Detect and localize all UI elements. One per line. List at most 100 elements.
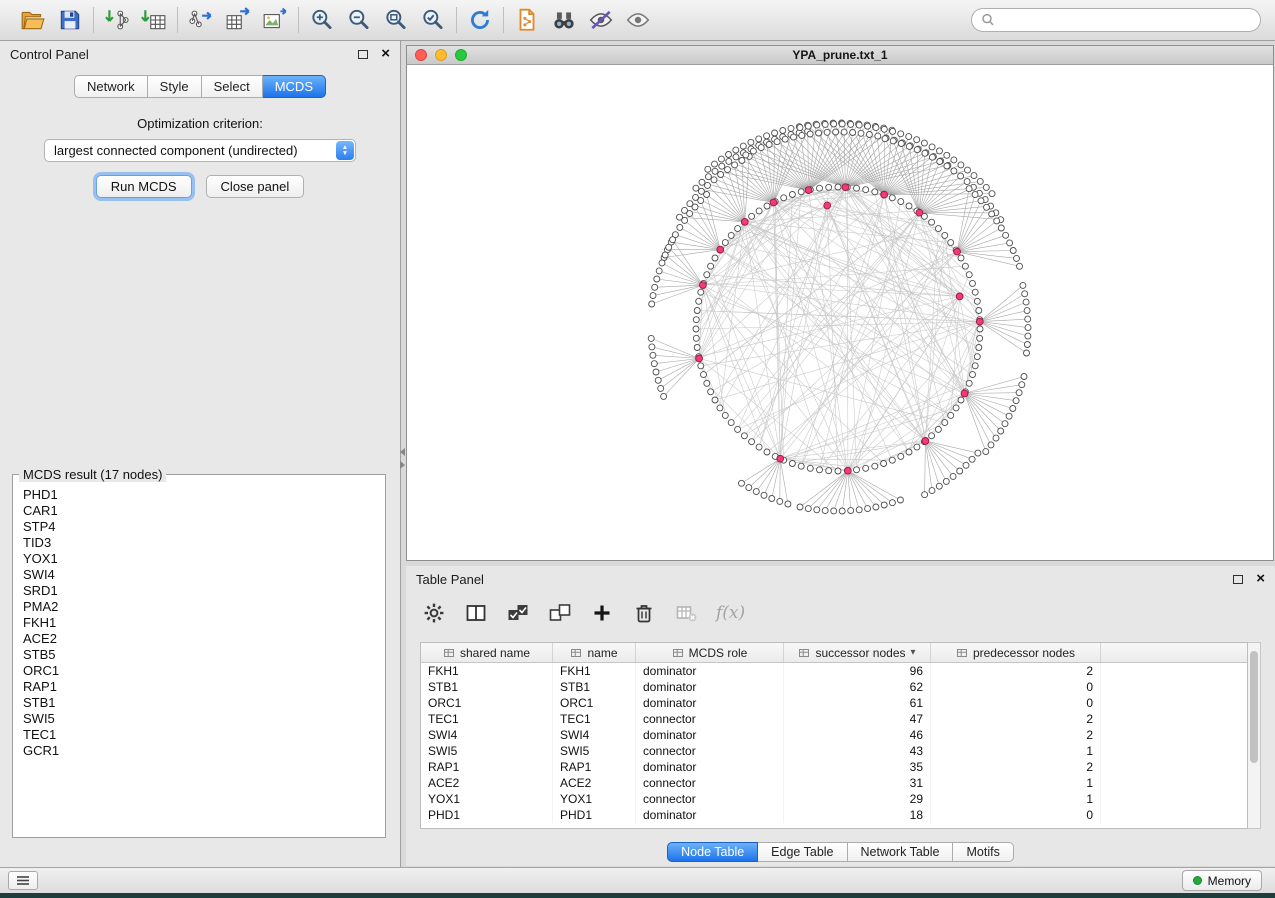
table-row[interactable]: YOX1YOX1connector291 [421, 791, 1247, 807]
zoom-in-icon[interactable] [308, 6, 336, 34]
close-panel-icon[interactable]: × [381, 49, 390, 59]
mcds-result-list[interactable]: PHD1CAR1STP4TID3YOX1SWI4SRD1PMA2FKH1ACE2… [13, 482, 385, 764]
table-row[interactable]: RAP1RAP1dominator352 [421, 759, 1247, 775]
export-image-icon[interactable] [261, 6, 289, 34]
table-row[interactable]: FKH1FKH1dominator962 [421, 663, 1247, 679]
minimize-window-icon[interactable] [435, 49, 447, 61]
tab-select[interactable]: Select [202, 75, 263, 98]
search-input[interactable] [1000, 13, 1251, 27]
delete-table-icon[interactable] [674, 601, 698, 625]
collapse-left-icon[interactable] [400, 448, 405, 456]
float-panel-icon[interactable] [358, 50, 368, 59]
column-header-name[interactable]: name [553, 643, 636, 662]
save-session-icon[interactable] [56, 6, 84, 34]
table-tab-motifs[interactable]: Motifs [953, 842, 1013, 862]
mcds-result-node[interactable]: ACE2 [23, 631, 375, 647]
memory-button[interactable]: Memory [1182, 870, 1262, 891]
collapse-right-icon[interactable] [400, 461, 405, 469]
mcds-result-node[interactable]: PMA2 [23, 599, 375, 615]
memory-status-icon [1193, 876, 1202, 885]
search-box[interactable] [971, 8, 1261, 32]
columns-icon[interactable] [464, 601, 488, 625]
memory-label: Memory [1208, 874, 1251, 888]
column-header-filler [1101, 643, 1247, 662]
mcds-result-title: MCDS result (17 nodes) [19, 467, 166, 482]
table-row[interactable]: TEC1TEC1connector472 [421, 711, 1247, 727]
mcds-result-box: MCDS result (17 nodes) PHD1CAR1STP4TID3Y… [12, 467, 386, 838]
float-table-panel-icon[interactable] [1233, 575, 1243, 584]
share-document-icon[interactable] [513, 6, 541, 34]
gear-icon[interactable] [422, 601, 446, 625]
criterion-dropdown[interactable]: largest connected component (undirected)… [44, 139, 356, 162]
control-panel-header: Control Panel × [0, 41, 400, 67]
task-history-button[interactable] [8, 871, 38, 890]
select-all-icon[interactable] [506, 601, 530, 625]
close-panel-button[interactable]: Close panel [206, 175, 305, 198]
network-window-title: YPA_prune.txt_1 [792, 48, 887, 62]
zoom-selected-icon[interactable] [419, 6, 447, 34]
export-table-icon[interactable] [224, 6, 252, 34]
control-panel-title: Control Panel [10, 47, 89, 62]
hide-selected-icon[interactable] [587, 6, 615, 34]
refresh-layout-icon[interactable] [466, 6, 494, 34]
zoom-window-icon[interactable] [455, 49, 467, 61]
column-header-shared-name[interactable]: shared name [421, 643, 553, 662]
mcds-result-node[interactable]: SWI4 [23, 567, 375, 583]
table-row[interactable]: ORC1ORC1dominator610 [421, 695, 1247, 711]
tab-mcds[interactable]: MCDS [263, 75, 326, 98]
dropdown-stepper-icon: ▲▼ [336, 141, 354, 160]
mcds-result-node[interactable]: SRD1 [23, 583, 375, 599]
tab-style[interactable]: Style [148, 75, 202, 98]
table-row[interactable]: STB1STB1dominator620 [421, 679, 1247, 695]
mcds-result-node[interactable]: GCR1 [23, 743, 375, 759]
show-all-icon[interactable] [624, 6, 652, 34]
table-row[interactable]: ACE2ACE2connector311 [421, 775, 1247, 791]
mcds-result-node[interactable]: STB1 [23, 695, 375, 711]
table-panel-tabs: Node TableEdge TableNetwork TableMotifs [406, 842, 1275, 862]
mcds-result-node[interactable]: ORC1 [23, 663, 375, 679]
mcds-result-node[interactable]: TEC1 [23, 727, 375, 743]
delete-row-icon[interactable] [632, 601, 656, 625]
mcds-result-node[interactable]: YOX1 [23, 551, 375, 567]
column-header-predecessor-nodes[interactable]: predecessor nodes [931, 643, 1101, 662]
function-builder-icon[interactable]: f(x) [716, 601, 745, 625]
zoom-fit-icon[interactable] [382, 6, 410, 34]
export-network-icon[interactable] [187, 6, 215, 34]
criterion-value: largest connected component (undirected) [54, 143, 298, 158]
column-header-mcds-role[interactable]: MCDS role [636, 643, 784, 662]
node-table: shared namenameMCDS rolesuccessor nodes▾… [420, 642, 1262, 829]
table-row[interactable]: PHD1PHD1dominator180 [421, 807, 1247, 823]
network-canvas[interactable] [407, 65, 1273, 559]
table-row[interactable]: SWI4SWI4dominator462 [421, 727, 1247, 743]
table-tab-edge-table[interactable]: Edge Table [758, 842, 847, 862]
search-binoculars-icon[interactable] [550, 6, 578, 34]
sort-arrow-icon[interactable]: ▾ [911, 647, 916, 658]
table-scrollbar[interactable] [1248, 642, 1261, 829]
add-row-icon[interactable] [590, 601, 614, 625]
open-folder-icon[interactable] [19, 6, 47, 34]
mcds-result-node[interactable]: CAR1 [23, 503, 375, 519]
close-window-icon[interactable] [415, 49, 427, 61]
tab-network[interactable]: Network [74, 75, 148, 98]
network-window-titlebar[interactable]: YPA_prune.txt_1 [407, 46, 1273, 65]
status-bar: Memory [0, 867, 1275, 893]
zoom-out-icon[interactable] [345, 6, 373, 34]
mcds-result-node[interactable]: FKH1 [23, 615, 375, 631]
mcds-result-node[interactable]: SWI5 [23, 711, 375, 727]
mcds-result-node[interactable]: RAP1 [23, 679, 375, 695]
close-table-panel-icon[interactable]: × [1256, 574, 1265, 584]
mcds-result-node[interactable]: STB5 [23, 647, 375, 663]
mcds-result-node[interactable]: PHD1 [23, 487, 375, 503]
table-row[interactable]: SWI5SWI5connector431 [421, 743, 1247, 759]
scrollbar-thumb[interactable] [1250, 651, 1258, 763]
table-tab-node-table[interactable]: Node Table [667, 842, 758, 862]
mcds-result-node[interactable]: TID3 [23, 535, 375, 551]
import-table-icon[interactable] [140, 6, 168, 34]
mcds-result-node[interactable]: STP4 [23, 519, 375, 535]
network-graph-svg[interactable] [407, 65, 1273, 559]
run-mcds-button[interactable]: Run MCDS [96, 175, 192, 198]
table-tab-network-table[interactable]: Network Table [848, 842, 954, 862]
import-network-icon[interactable] [103, 6, 131, 34]
column-header-successor-nodes[interactable]: successor nodes▾ [784, 643, 931, 662]
unselect-all-icon[interactable] [548, 601, 572, 625]
